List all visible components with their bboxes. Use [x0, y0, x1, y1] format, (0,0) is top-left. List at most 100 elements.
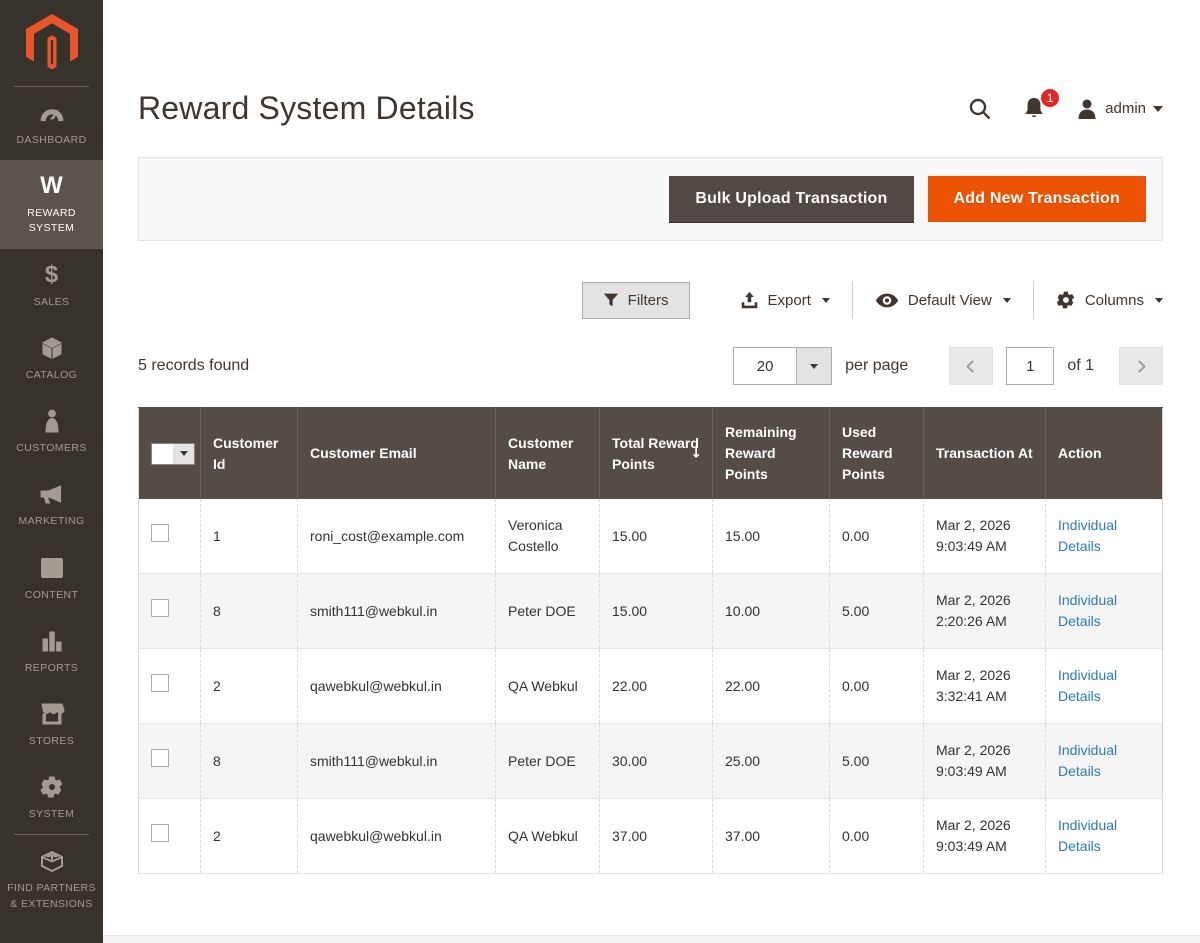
remaining-points-cell: 37.00	[713, 799, 830, 874]
chevron-down-icon	[1155, 298, 1163, 303]
filters-label: Filters	[628, 292, 669, 309]
transaction-at-cell: Mar 2, 2026 9:03:49 AM	[924, 499, 1046, 574]
chevron-down-icon	[822, 298, 830, 303]
customer-id-cell: 2	[201, 799, 298, 874]
select-all-dropdown[interactable]	[151, 443, 195, 465]
sidebar-item-find-partners[interactable]: FIND PARTNERS & EXTENSIONS	[0, 835, 103, 923]
sidebar-item-sales[interactable]: $ SALES	[0, 249, 103, 322]
add-new-transaction-button[interactable]: Add New Transaction	[928, 176, 1147, 222]
customer-id-cell: 2	[201, 649, 298, 724]
column-header-customer-id[interactable]: Customer Id	[201, 408, 298, 500]
sidebar-item-label: SYSTEM	[29, 807, 75, 822]
column-header-total-points[interactable]: Total Reward Points ↓	[600, 408, 713, 500]
used-points-cell: 0.00	[830, 499, 924, 574]
layout-icon	[40, 555, 64, 581]
column-header-remaining-points[interactable]: Remaining Reward Points	[713, 408, 830, 500]
magento-logo[interactable]	[0, 0, 103, 86]
sidebar-item-label: MARKETING	[18, 514, 84, 529]
main-content: Reward System Details 1 admin Bulk Uploa…	[103, 0, 1200, 874]
sidebar-item-content[interactable]: CONTENT	[0, 542, 103, 615]
row-checkbox[interactable]	[151, 824, 169, 842]
row-checkbox[interactable]	[151, 749, 169, 767]
customer-name-cell: Peter DOE	[496, 574, 600, 649]
page-number-input[interactable]	[1006, 347, 1054, 385]
next-page-button[interactable]	[1119, 347, 1163, 385]
individual-details-link[interactable]: Individual Details	[1058, 817, 1117, 854]
table-row: 1 roni_cost@example.com Veronica Costell…	[139, 499, 1163, 574]
box-icon	[40, 335, 64, 361]
person-icon	[42, 408, 62, 434]
column-header-used-points[interactable]: Used Reward Points	[830, 408, 924, 500]
records-found-text: 5 records found	[138, 357, 249, 375]
sidebar-item-reports[interactable]: REPORTS	[0, 615, 103, 688]
records-row: 5 records found 20 per page of 1	[138, 347, 1163, 385]
individual-details-link[interactable]: Individual Details	[1058, 742, 1117, 779]
default-view-button[interactable]: Default View	[853, 292, 1033, 309]
table-row: 2 qawebkul@webkul.in QA Webkul 37.00 37.…	[139, 799, 1163, 874]
action-cell: Individual Details	[1046, 799, 1163, 874]
row-select-cell	[139, 574, 201, 649]
grid-toolbar: Filters Export Default View Columns	[138, 281, 1163, 319]
total-points-cell: 15.00	[600, 499, 713, 574]
used-points-cell: 5.00	[830, 574, 924, 649]
sidebar-item-customers[interactable]: CUSTOMERS	[0, 395, 103, 468]
gear-icon	[1056, 290, 1076, 310]
page-actions-band: Bulk Upload Transaction Add New Transact…	[138, 157, 1163, 241]
admin-username: admin	[1105, 100, 1146, 117]
row-checkbox[interactable]	[151, 599, 169, 617]
action-cell: Individual Details	[1046, 499, 1163, 574]
sidebar-item-marketing[interactable]: MARKETING	[0, 468, 103, 541]
chevron-down-icon	[1003, 298, 1011, 303]
individual-details-link[interactable]: Individual Details	[1058, 667, 1117, 704]
remaining-points-cell: 25.00	[713, 724, 830, 799]
table-row: 8 smith111@webkul.in Peter DOE 30.00 25.…	[139, 724, 1163, 799]
notifications-button[interactable]: 1	[1022, 96, 1046, 122]
customer-email-cell: smith111@webkul.in	[298, 724, 496, 799]
total-points-cell: 30.00	[600, 724, 713, 799]
export-label: Export	[768, 292, 811, 309]
remaining-points-cell: 10.00	[713, 574, 830, 649]
sidebar-item-catalog[interactable]: CATALOG	[0, 322, 103, 395]
column-header-action[interactable]: Action	[1046, 408, 1163, 500]
used-points-cell: 0.00	[830, 649, 924, 724]
per-page-label: per page	[845, 357, 908, 375]
action-cell: Individual Details	[1046, 649, 1163, 724]
pagination: 20 per page of 1	[733, 347, 1163, 385]
bulk-upload-transaction-button[interactable]: Bulk Upload Transaction	[669, 176, 913, 222]
sidebar-item-label: REPORTS	[25, 661, 78, 676]
notification-badge: 1	[1040, 88, 1060, 108]
sidebar-item-dashboard[interactable]: DASHBOARD	[0, 87, 103, 160]
chevron-right-icon	[1133, 360, 1146, 373]
table-header-row: Customer Id Customer Email Customer Name…	[139, 408, 1163, 500]
individual-details-link[interactable]: Individual Details	[1058, 592, 1117, 629]
per-page-select[interactable]: 20	[733, 347, 832, 385]
bar-chart-icon	[40, 628, 64, 654]
columns-button[interactable]: Columns	[1034, 290, 1163, 310]
column-header-transaction-at[interactable]: Transaction At	[924, 408, 1046, 500]
export-button[interactable]: Export	[718, 291, 852, 310]
column-header-label: Total Reward Points	[612, 435, 699, 472]
column-header-customer-name[interactable]: Customer Name	[496, 408, 600, 500]
eye-icon	[875, 292, 899, 309]
action-cell: Individual Details	[1046, 574, 1163, 649]
sidebar: DASHBOARD W REWARD SYSTEM $ SALES CATALO…	[0, 0, 103, 943]
previous-page-button[interactable]	[949, 347, 993, 385]
sidebar-item-stores[interactable]: STORES	[0, 688, 103, 761]
dollar-icon: $	[45, 262, 58, 288]
sidebar-item-system[interactable]: SYSTEM	[0, 761, 103, 834]
chevron-down-icon	[173, 444, 194, 464]
row-checkbox[interactable]	[151, 524, 169, 542]
total-points-cell: 37.00	[600, 799, 713, 874]
individual-details-link[interactable]: Individual Details	[1058, 517, 1117, 554]
customer-id-cell: 8	[201, 724, 298, 799]
export-icon	[740, 291, 759, 310]
row-checkbox[interactable]	[151, 674, 169, 692]
column-header-customer-email[interactable]: Customer Email	[298, 408, 496, 500]
sidebar-item-reward-system[interactable]: W REWARD SYSTEM	[0, 160, 103, 248]
remaining-points-cell: 15.00	[713, 499, 830, 574]
admin-menu-button[interactable]: admin	[1076, 98, 1163, 120]
table-row: 2 qawebkul@webkul.in QA Webkul 22.00 22.…	[139, 649, 1163, 724]
search-button[interactable]	[968, 97, 992, 121]
filters-button[interactable]: Filters	[582, 282, 690, 319]
select-all-checkbox[interactable]	[152, 444, 173, 464]
